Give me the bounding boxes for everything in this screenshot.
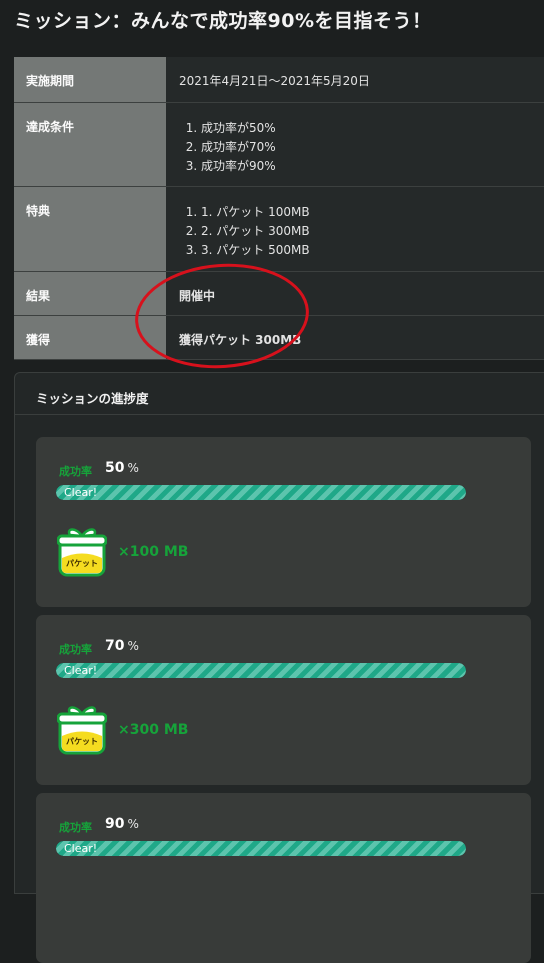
progress-bar-fill xyxy=(56,485,466,500)
gift-label: パケット xyxy=(66,558,98,568)
rate-number: 70 xyxy=(105,638,125,654)
benefit-item: 3. パケット 500MB xyxy=(201,241,544,260)
mission-info-table: 実施期間 2021年4月21日～2021年5月20日 達成条件 成功率が50% … xyxy=(14,57,544,360)
condition-item: 成功率が70% xyxy=(201,138,544,157)
progress-bar-fill xyxy=(56,663,466,678)
rate-unit: % xyxy=(127,639,139,653)
rate-unit: % xyxy=(127,817,139,831)
rate-value: 50% xyxy=(105,460,139,476)
result-value: 開催中 xyxy=(166,271,544,316)
progress-card: 成功率 90% Clear! xyxy=(36,793,531,963)
period-label: 実施期間 xyxy=(14,57,166,103)
benefits-row: 特典 1. パケット 100MB 2. パケット 300MB 3. パケット 5… xyxy=(14,186,544,272)
page-title: ミッション：みんなで成功率90%を目指そう！ xyxy=(14,10,432,32)
progress-heading: ミッションの進捗度 xyxy=(15,373,544,415)
conditions-row: 達成条件 成功率が50% 成功率が70% 成功率が90% xyxy=(14,102,544,187)
rate-unit: % xyxy=(127,461,139,475)
progress-card: 成功率 50% Clear! パケット ×100 MB xyxy=(36,437,531,607)
rate-value: 90% xyxy=(105,816,139,832)
rate-label: 成功率 xyxy=(59,821,92,834)
period-row: 実施期間 2021年4月21日～2021年5月20日 xyxy=(14,57,544,103)
clear-label: Clear! xyxy=(64,664,98,677)
benefits-label: 特典 xyxy=(14,186,166,272)
period-value: 2021年4月21日～2021年5月20日 xyxy=(166,57,544,103)
acquired-row: 獲得 獲得パケット 300MB xyxy=(14,315,544,360)
result-label: 結果 xyxy=(14,271,166,316)
condition-item: 成功率が90% xyxy=(201,157,544,176)
clear-label: Clear! xyxy=(64,486,98,499)
progress-bar: Clear! xyxy=(56,663,466,678)
progress-bar-fill xyxy=(56,841,466,856)
progress-bar: Clear! xyxy=(56,485,466,500)
gift-packet-icon: パケット xyxy=(57,528,107,577)
clear-label: Clear! xyxy=(64,842,98,855)
acquired-label: 獲得 xyxy=(14,315,166,360)
result-row: 結果 開催中 xyxy=(14,271,544,316)
rate-number: 50 xyxy=(105,460,125,476)
conditions-value: 成功率が50% 成功率が70% 成功率が90% xyxy=(166,102,544,187)
progress-panel: ミッションの進捗度 成功率 50% Clear! パケット ×100 MB 成功… xyxy=(14,372,544,963)
conditions-list: 成功率が50% 成功率が70% 成功率が90% xyxy=(179,119,544,176)
conditions-label: 達成条件 xyxy=(14,102,166,187)
benefit-item: 2. パケット 300MB xyxy=(201,222,544,241)
acquired-value: 獲得パケット 300MB xyxy=(166,315,544,360)
benefits-value: 1. パケット 100MB 2. パケット 300MB 3. パケット 500M… xyxy=(166,186,544,272)
condition-item: 成功率が50% xyxy=(201,119,544,138)
benefits-list: 1. パケット 100MB 2. パケット 300MB 3. パケット 500M… xyxy=(179,203,544,260)
reward-amount: ×100 MB xyxy=(118,544,189,560)
rate-value: 70% xyxy=(105,638,139,654)
progress-card: 成功率 70% Clear! パケット ×300 MB xyxy=(36,615,531,785)
rate-number: 90 xyxy=(105,816,125,832)
benefit-item: 1. パケット 100MB xyxy=(201,203,544,222)
rate-label: 成功率 xyxy=(59,465,92,478)
gift-label: パケット xyxy=(66,736,98,746)
progress-bar: Clear! xyxy=(56,841,466,856)
gift-packet-icon: パケット xyxy=(57,706,107,755)
rate-label: 成功率 xyxy=(59,643,92,656)
reward-amount: ×300 MB xyxy=(118,722,189,738)
